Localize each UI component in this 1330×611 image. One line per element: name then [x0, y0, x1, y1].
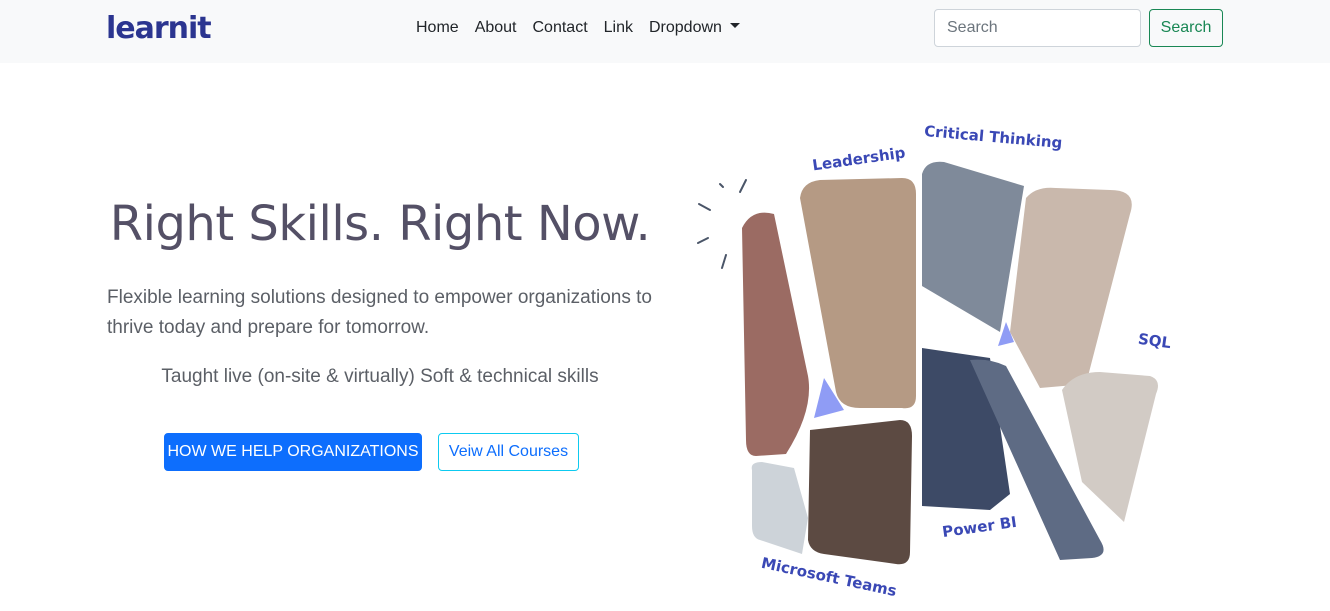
caret-down-icon [729, 23, 740, 29]
skills-collage: Leadership Critical Thinking SQL Power B… [690, 110, 1190, 610]
how-we-help-button[interactable]: HOW WE HELP ORGANIZATIONS [164, 433, 422, 471]
nav-links: Home About Contact Link Dropdown [408, 0, 748, 56]
spark-lines-icon [697, 179, 747, 269]
nav-contact[interactable]: Contact [525, 0, 596, 56]
nav-home[interactable]: Home [408, 0, 467, 56]
navbar: learnit Home About Contact Link Dropdown… [0, 0, 1330, 63]
hero-subtitle: Flexible learning solutions designed to … [107, 287, 652, 338]
search-button[interactable]: Search [1149, 9, 1223, 47]
view-all-courses-button[interactable]: Veiw All Courses [438, 433, 579, 471]
nav-dropdown[interactable]: Dropdown [641, 0, 748, 56]
brand-logo[interactable]: learnit [106, 10, 212, 48]
photo-panels [742, 161, 1158, 565]
collage-illustration [697, 161, 1158, 565]
nav-link[interactable]: Link [596, 0, 641, 56]
nav-dropdown-label: Dropdown [649, 19, 722, 36]
nav-about[interactable]: About [467, 0, 525, 56]
hero-taught-text: Taught live (on-site & virtually) Soft &… [161, 366, 599, 387]
search-input[interactable] [934, 9, 1141, 47]
hero-title: Right Skills. Right Now. [109, 196, 651, 252]
